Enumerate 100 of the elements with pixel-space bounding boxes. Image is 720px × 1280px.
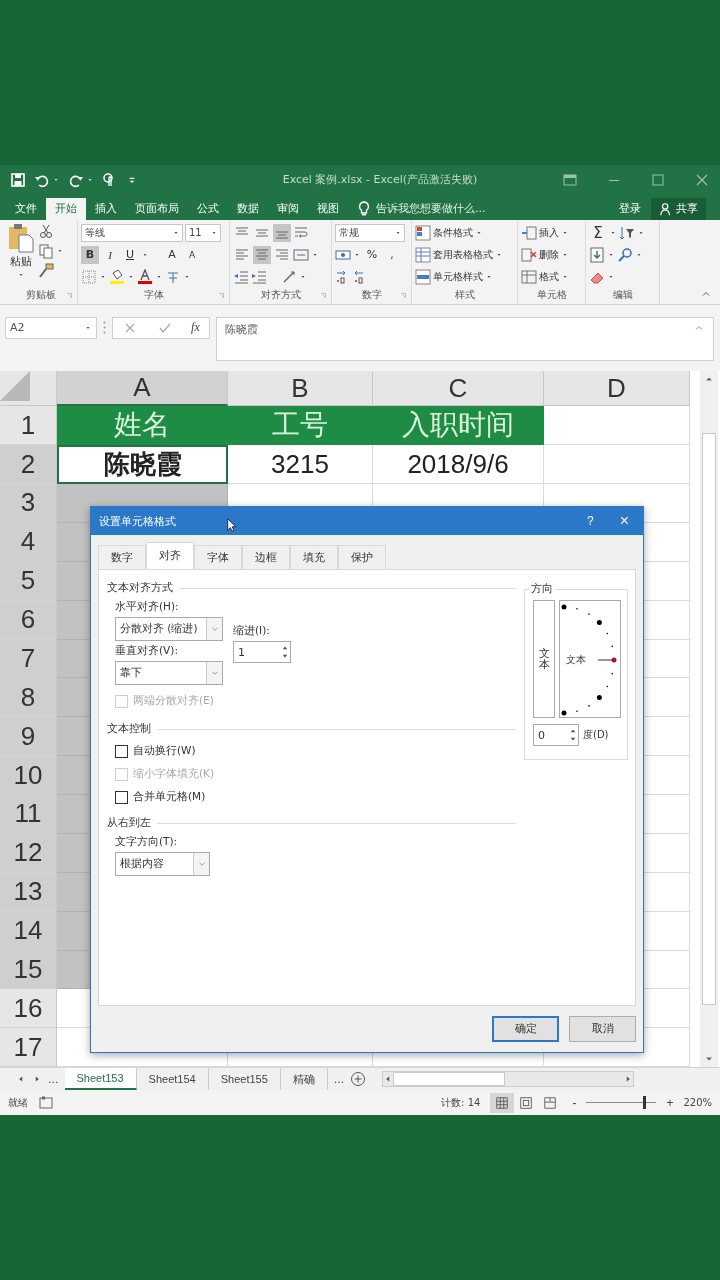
section-title: 文本控制 — [107, 722, 151, 737]
table-cell: 3215 — [228, 445, 373, 485]
styles-menu-button[interactable]: 条件格式 — [415, 222, 514, 243]
grow-font-button[interactable]: A — [163, 245, 181, 264]
header-cell: 姓名 — [57, 406, 228, 446]
ribbon-tab[interactable]: 页面布局 — [126, 197, 188, 220]
group-label: 对齐方式 — [260, 288, 301, 303]
column-header[interactable]: B — [228, 371, 373, 407]
close-button[interactable]: × — [613, 512, 635, 531]
indent-field[interactable]: 1 — [233, 641, 291, 664]
row-header[interactable]: 1 — [0, 406, 57, 446]
more-sheets-button[interactable]: ... — [333, 1072, 345, 1086]
header-cell: 工号 — [228, 406, 373, 446]
styles-menu-button[interactable]: 单元格样式 — [415, 266, 514, 287]
row-header[interactable]: 11 — [0, 795, 57, 834]
field-label: 水平对齐(H): — [115, 600, 180, 615]
tell-me-field[interactable]: 告诉我您想要做什么... — [356, 197, 486, 220]
dialog-tab[interactable]: 边框 — [242, 545, 290, 570]
field-label: 文字方向(T): — [115, 835, 179, 850]
row-header[interactable]: 5 — [0, 561, 57, 601]
zoom-level[interactable]: 220% — [683, 1097, 712, 1109]
ribbon-tab[interactable]: 插入 — [86, 197, 126, 220]
group-label: 字体 — [143, 288, 164, 303]
column-header[interactable]: D — [544, 371, 690, 407]
dialog-tab[interactable]: 保护 — [338, 545, 386, 570]
vertical-align-dropdown[interactable]: 靠下 — [115, 661, 223, 686]
vertical-text-button[interactable]: 文本 — [533, 600, 555, 719]
section-title: 方向 — [530, 582, 554, 597]
comma-button[interactable]: , — [383, 245, 401, 264]
autosum-button[interactable]: Σ — [589, 223, 607, 242]
cells-menu-button[interactable]: 格式 — [521, 266, 582, 287]
row-header[interactable]: 2 — [0, 445, 57, 485]
window-title: Excel 案例.xlsx - Excel(产品激活失败) — [281, 172, 479, 188]
zoom-out-button[interactable]: - — [572, 1095, 577, 1110]
percent-button[interactable]: % — [363, 245, 381, 264]
group-label: 剪贴板 — [25, 287, 56, 302]
row-header[interactable]: 3 — [0, 484, 57, 523]
paste-button[interactable]: 粘贴 — [7, 222, 35, 286]
row-header[interactable]: 9 — [0, 717, 57, 757]
share-button[interactable]: 共享 — [651, 197, 706, 220]
table-cell: 陈晓霞 — [57, 445, 228, 485]
column-header[interactable]: A — [57, 371, 228, 407]
header-cell: 入职时间 — [373, 406, 544, 446]
insert-function-button[interactable]: fx — [191, 320, 200, 336]
formula-field[interactable]: 陈晓霞 — [216, 316, 714, 361]
section-title: 文本对齐方式 — [107, 581, 173, 596]
degrees-field[interactable]: 0 — [533, 724, 579, 747]
name-box[interactable]: A2 — [5, 316, 97, 339]
cells-menu-button[interactable]: 插入 — [521, 222, 582, 243]
horizontal-align-dropdown[interactable]: 分散对齐 (缩进) — [115, 617, 223, 642]
row-header[interactable]: 13 — [0, 872, 57, 912]
ribbon-tab[interactable]: 文件 — [6, 197, 46, 220]
zoom-in-button[interactable]: + — [666, 1095, 674, 1110]
font-size-field[interactable]: 11 — [185, 223, 221, 242]
dialog-tab[interactable]: 数字 — [98, 545, 146, 570]
column-header[interactable]: C — [373, 371, 544, 407]
dialog-tab[interactable]: 字体 — [194, 545, 242, 570]
row-header[interactable]: 14 — [0, 911, 57, 951]
field-label: 垂直对齐(V): — [115, 644, 179, 659]
underline-button[interactable]: U — [121, 245, 139, 264]
ribbon-tab[interactable]: 审阅 — [268, 197, 308, 220]
row-header[interactable]: 6 — [0, 600, 57, 640]
ribbon-tab[interactable]: 开始 — [46, 197, 86, 220]
row-header[interactable]: 12 — [0, 833, 57, 873]
ok-button[interactable]: 确定 — [492, 1016, 559, 1043]
dialog-tab[interactable]: 填充 — [290, 545, 338, 570]
sign-in-link[interactable]: 登录 — [609, 197, 651, 220]
row-header[interactable]: 7 — [0, 639, 57, 679]
row-header[interactable]: 10 — [0, 756, 57, 796]
row-header[interactable]: 4 — [0, 522, 57, 562]
dialog-tab[interactable]: 对齐 — [146, 542, 194, 570]
shrink-font-button[interactable]: A — [183, 245, 201, 264]
sheet-tab[interactable]: Sheet153 — [64, 1068, 137, 1091]
ribbon-tab[interactable]: 视图 — [308, 197, 348, 220]
status-text: 就绪 — [8, 1095, 28, 1110]
dial-label: 文本 — [566, 653, 586, 668]
ribbon-tab[interactable]: 数据 — [228, 197, 268, 220]
text-direction-dropdown[interactable]: 根据内容 — [115, 852, 210, 877]
help-button[interactable]: ? — [576, 514, 604, 529]
group-label: 数字 — [361, 288, 382, 303]
group-label: 样式 — [454, 288, 475, 303]
checkbox[interactable]: 合并单元格(M) — [115, 787, 516, 808]
more-sheets-button[interactable]: ... — [48, 1072, 59, 1086]
italic-button[interactable]: I — [101, 245, 119, 264]
styles-menu-button[interactable]: 套用表格格式 — [415, 244, 514, 265]
table-cell: 2018/9/6 — [373, 445, 544, 485]
ribbon-tab[interactable]: 公式 — [188, 197, 228, 220]
row-header[interactable]: 15 — [0, 950, 57, 990]
number-format-field[interactable]: 常规 — [335, 223, 405, 242]
field-label: 缩进(I): — [233, 624, 271, 639]
font-name-field[interactable]: 等线 — [81, 223, 183, 242]
section-title: 从右到左 — [107, 816, 151, 831]
cells-menu-button[interactable]: 删除 — [521, 244, 582, 265]
cancel-button[interactable]: 取消 — [569, 1016, 636, 1043]
bold-button[interactable]: B — [81, 245, 99, 264]
checkbox[interactable]: 自动换行(W) — [115, 741, 516, 762]
row-header[interactable]: 8 — [0, 678, 57, 718]
row-header[interactable]: 17 — [0, 1028, 57, 1068]
group-label: 单元格 — [536, 288, 567, 303]
row-header[interactable]: 16 — [0, 989, 57, 1029]
